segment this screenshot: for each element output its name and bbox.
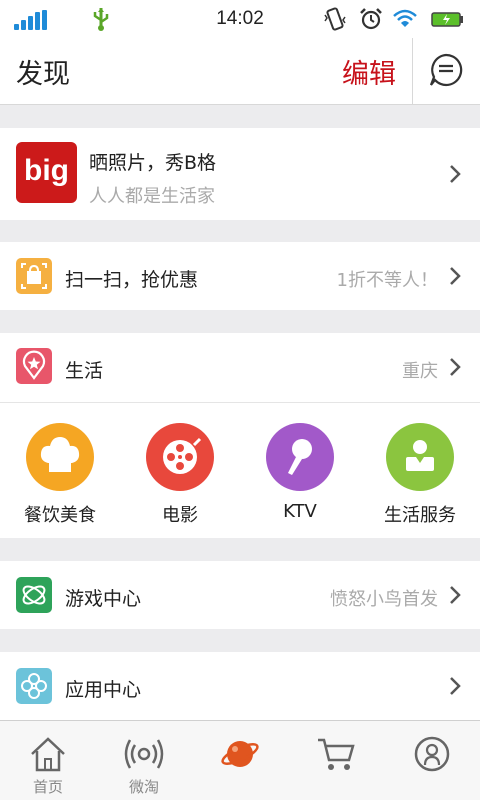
big-card-title: 晒照片，秀B格 (89, 152, 217, 174)
location-star-icon (16, 348, 52, 384)
microphone-icon (266, 423, 334, 491)
edit-button[interactable]: 编辑 (342, 52, 396, 91)
tab-home[interactable]: 首页 (0, 735, 96, 797)
chevron-right-icon (450, 586, 461, 604)
chevron-right-icon (450, 358, 461, 376)
chevron-right-icon (450, 677, 461, 695)
vibrate-icon (324, 7, 346, 31)
service-person-icon (386, 423, 454, 491)
battery-icon (431, 12, 463, 27)
top-header: 发现 编辑 (0, 38, 480, 105)
game-center-icon (16, 577, 52, 613)
app-center-row[interactable]: 应用中心 (0, 652, 480, 720)
life-city: 重庆 (402, 361, 438, 382)
chevron-right-icon (450, 267, 461, 285)
category-label: KTV (283, 501, 317, 522)
big-card[interactable]: big 晒照片，秀B格 人人都是生活家 (0, 128, 480, 220)
big-logo: big (16, 142, 77, 203)
app-center-label: 应用中心 (65, 679, 142, 701)
category-service[interactable]: 生活服务 (360, 423, 480, 527)
tab-cart[interactable] (288, 735, 384, 776)
wifi-icon (393, 9, 417, 27)
message-icon[interactable] (428, 52, 464, 88)
clover-icon (16, 668, 52, 704)
page-title: 发现 (16, 59, 70, 90)
planet-icon (221, 741, 259, 767)
tab-discover[interactable] (192, 735, 288, 776)
profile-icon (414, 736, 450, 772)
cart-icon (318, 738, 355, 770)
alarm-icon (360, 8, 382, 30)
scan-promo: 1折不等人！ (336, 270, 438, 291)
scan-label: 扫一扫，抢优惠 (65, 269, 199, 291)
game-center-label: 游戏中心 (65, 588, 142, 610)
tab-profile[interactable] (384, 735, 480, 776)
game-promo: 愤怒小鸟首发 (330, 589, 438, 610)
category-label: 餐饮美食 (24, 505, 96, 526)
scan-bag-icon (16, 258, 52, 294)
film-reel-icon (146, 423, 214, 491)
life-category-grid: 餐饮美食 电影 KTV 生活服务 (0, 402, 480, 538)
bottom-tab-bar: 首页 微淘 (0, 720, 480, 800)
game-center-row[interactable]: 游戏中心 愤怒小鸟首发 (0, 561, 480, 629)
category-food[interactable]: 餐饮美食 (0, 423, 120, 527)
tab-label: 首页 (32, 778, 63, 796)
category-movie[interactable]: 电影 (120, 423, 240, 527)
big-card-subtitle: 人人都是生活家 (89, 186, 215, 207)
life-row[interactable]: 生活 重庆 (0, 333, 480, 402)
chef-hat-icon (26, 423, 94, 491)
header-divider (412, 38, 413, 105)
home-icon (31, 737, 65, 772)
broadcast-icon (124, 739, 164, 769)
tab-weitao[interactable]: 微淘 (96, 735, 192, 797)
life-label: 生活 (65, 360, 104, 382)
scan-row[interactable]: 扫一扫，抢优惠 1折不等人！ (0, 242, 480, 310)
status-bar: 14:02 (0, 0, 480, 38)
chevron-right-icon (450, 165, 461, 183)
tab-label: 微淘 (128, 778, 159, 796)
category-label: 电影 (162, 505, 198, 526)
category-ktv[interactable]: KTV (240, 423, 360, 522)
category-label: 生活服务 (384, 505, 456, 526)
